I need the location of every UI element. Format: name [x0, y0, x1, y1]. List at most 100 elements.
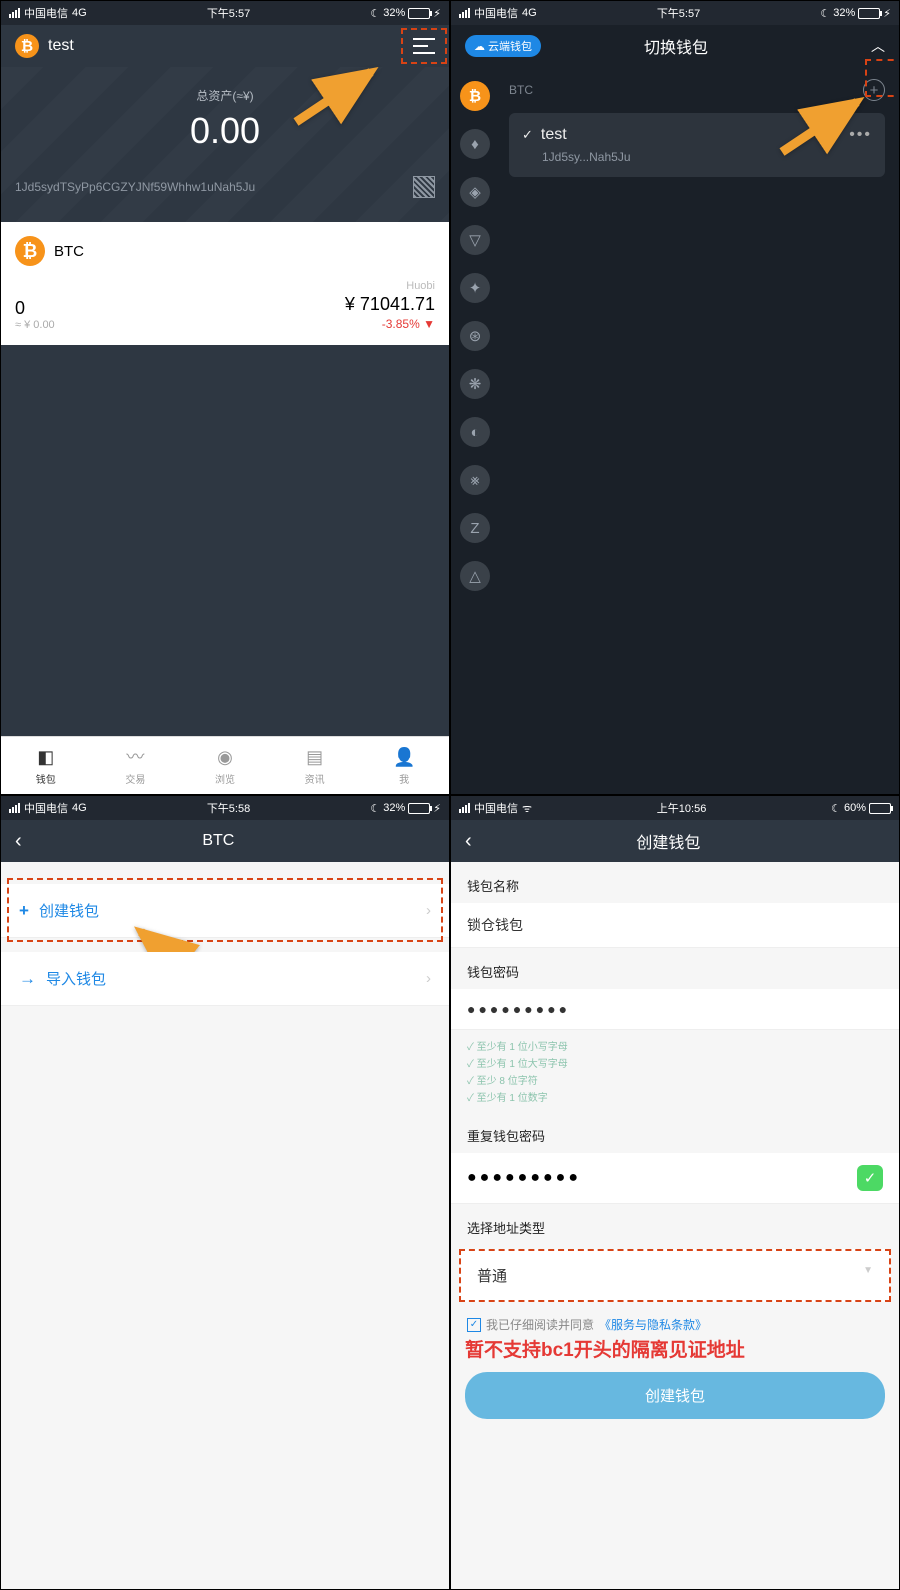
bitcoin-icon: ₿ — [15, 34, 39, 58]
coin-balance: 0 — [15, 298, 55, 319]
news-icon: ▤ — [304, 746, 326, 768]
moon-icon: ☾ — [370, 7, 380, 20]
screen-title: BTC — [2, 832, 435, 850]
coin-atom[interactable]: ⊛ — [460, 321, 490, 351]
wallet-address[interactable]: 1Jd5sydTSyPp6CGZYJNf59Whhw1uNah5Ju — [15, 180, 255, 194]
status-bar: 中国电信 ᯤ 上午10:56 ☾60% — [451, 796, 899, 820]
coin-xx[interactable]: ⨳ — [460, 465, 490, 495]
address-type-label: 选择地址类型 — [451, 1204, 899, 1245]
coin-trx[interactable]: ▽ — [460, 225, 490, 255]
wallet-address-short: 1Jd5sy...Nah5Ju — [542, 150, 872, 164]
coin-eth[interactable]: ♦ — [460, 129, 490, 159]
tab-wallet[interactable]: ◧钱包 — [1, 737, 91, 794]
signal-icon — [459, 8, 470, 18]
chevron-down-icon: ▼ — [863, 1265, 873, 1276]
wallet-icon: ◧ — [35, 746, 57, 768]
price-source: Huobi — [345, 280, 435, 292]
wallet-name: test — [541, 126, 567, 144]
chevron-up-icon[interactable]: ︿ — [871, 36, 885, 56]
section-label: BTC — [509, 83, 533, 97]
coin-ada[interactable]: △ — [460, 561, 490, 591]
rule-item: 至少有 1 位小写字母 — [467, 1038, 883, 1053]
qr-icon[interactable] — [413, 176, 435, 198]
menu-button[interactable] — [413, 38, 435, 54]
chevron-right-icon: › — [426, 902, 431, 919]
tab-me[interactable]: 👤我 — [359, 737, 449, 794]
signal-icon — [9, 803, 20, 813]
repeat-password-input[interactable]: ●●●●●●●●● ✓ — [451, 1153, 899, 1204]
more-icon[interactable]: ••• — [849, 126, 872, 144]
charge-icon: ⚡︎ — [433, 7, 441, 20]
coin-btc[interactable]: ₿ — [460, 81, 490, 111]
rule-item: 至少有 1 位大写字母 — [467, 1055, 883, 1070]
signal-icon — [9, 8, 20, 18]
status-bar: 中国电信 4G 下午5:57 ☾ 32% ⚡︎ — [1, 1, 449, 25]
tab-news[interactable]: ▤资讯 — [270, 737, 360, 794]
status-bar: 中国电信 4G 下午5:58 ☾32%⚡︎ — [1, 796, 449, 820]
clock-label: 上午10:56 — [532, 800, 831, 816]
coin-selector: ₿ ♦ ◈ ▽ ✦ ⊛ ❋ ◐ ⨳ Z △ — [451, 67, 499, 794]
clock-label: 下午5:57 — [87, 5, 371, 21]
address-type-select[interactable]: 普通 ▼ — [459, 1249, 891, 1302]
segwit-warning: 暂不支持bc1开头的隔离见证地址 — [451, 1335, 899, 1362]
header: ☁云端钱包 切换钱包 ︿ — [451, 25, 899, 67]
repeat-password-label: 重复钱包密码 — [451, 1112, 899, 1153]
coin-symbol: BTC — [54, 243, 84, 260]
create-wallet-row[interactable]: + 创建钱包 › — [1, 884, 449, 938]
import-wallet-row[interactable]: → 导入钱包 › — [1, 952, 449, 1006]
rule-item: 至少 8 位字符 — [467, 1072, 883, 1087]
rule-item: 至少有 1 位数字 — [467, 1089, 883, 1104]
trade-icon: 〰 — [124, 746, 146, 768]
create-wallet-button[interactable]: 创建钱包 — [465, 1372, 885, 1419]
bitcoin-icon: ₿ — [15, 236, 45, 266]
password-input[interactable]: ●●●●●●●●● — [451, 989, 899, 1030]
screen-title: 切换钱包 — [481, 34, 871, 58]
clock-label: 下午5:58 — [87, 800, 371, 816]
tab-trade[interactable]: 〰交易 — [91, 737, 181, 794]
coin-iost[interactable]: ❋ — [460, 369, 490, 399]
battery-icon — [408, 803, 430, 814]
terms-link[interactable]: 《服务与隐私条款》 — [599, 1316, 707, 1333]
tab-browse[interactable]: ◉浏览 — [180, 737, 270, 794]
btc-options-screen: 中国电信 4G 下午5:58 ☾32%⚡︎ ‹ BTC + 创建钱包 › → 导… — [0, 795, 450, 1590]
compass-icon: ◉ — [214, 746, 236, 768]
header: ‹ 创建钱包 — [451, 820, 899, 862]
coin-eos[interactable]: ◈ — [460, 177, 490, 207]
arrow-right-icon: → — [19, 969, 36, 989]
battery-icon — [869, 803, 891, 814]
carrier-label: 中国电信 — [24, 5, 68, 21]
password-label: 钱包密码 — [451, 948, 899, 989]
switch-wallet-screen: 中国电信 4G 下午5:57 ☾32%⚡︎ ☁云端钱包 切换钱包 ︿ ₿ ♦ ◈… — [450, 0, 900, 795]
checkbox-icon[interactable]: ✓ — [467, 1318, 481, 1332]
checkmark-icon: ✓ — [522, 127, 533, 143]
total-assets-label: 总资产(≈¥) — [15, 87, 435, 104]
coin-ont[interactable]: ◐ — [460, 417, 490, 447]
consent-row[interactable]: ✓ 我已仔细阅读并同意 《服务与隐私条款》 — [451, 1306, 899, 1335]
wifi-icon: ᯤ — [522, 801, 532, 816]
hamburger-icon — [413, 38, 435, 54]
coin-row[interactable]: 0 ≈ ¥ 0.00 Huobi ¥ 71041.71 -3.85% ▼ — [15, 280, 435, 331]
coin-zil[interactable]: Z — [460, 513, 490, 543]
match-check-icon: ✓ — [857, 1165, 883, 1191]
tab-bar: ◧钱包 〰交易 ◉浏览 ▤资讯 👤我 — [1, 736, 449, 794]
wallet-list-panel: BTC + ✓ test ••• 1Jd5sy...Nah5Ju — [499, 67, 899, 794]
signal-icon — [459, 803, 470, 813]
battery-icon — [858, 8, 880, 19]
coin-bnb[interactable]: ✦ — [460, 273, 490, 303]
header: ‹ BTC — [1, 820, 449, 862]
battery-icon — [408, 8, 430, 19]
wallet-home-screen: 中国电信 4G 下午5:57 ☾ 32% ⚡︎ ₿ test 总资产(≈¥) 0… — [0, 0, 450, 795]
total-assets-value: 0.00 — [15, 110, 435, 152]
status-bar: 中国电信 4G 下午5:57 ☾32%⚡︎ — [451, 1, 899, 25]
add-wallet-button[interactable]: + — [863, 79, 885, 101]
password-rules: 至少有 1 位小写字母 至少有 1 位大写字母 至少 8 位字符 至少有 1 位… — [451, 1030, 899, 1112]
wallet-name-input[interactable]: 锁仓钱包 — [451, 903, 899, 948]
balance-summary: 总资产(≈¥) 0.00 1Jd5sydTSyPp6CGZYJNf59Whhw1… — [1, 67, 449, 222]
coin-change: -3.85% ▼ — [345, 317, 435, 331]
header: ₿ test — [1, 25, 449, 67]
screen-title: 创建钱包 — [452, 829, 885, 853]
network-label: 4G — [72, 7, 87, 19]
plus-icon: + — [19, 901, 29, 921]
wallet-card[interactable]: ✓ test ••• 1Jd5sy...Nah5Ju — [509, 113, 885, 177]
coin-price: ¥ 71041.71 — [345, 294, 435, 315]
